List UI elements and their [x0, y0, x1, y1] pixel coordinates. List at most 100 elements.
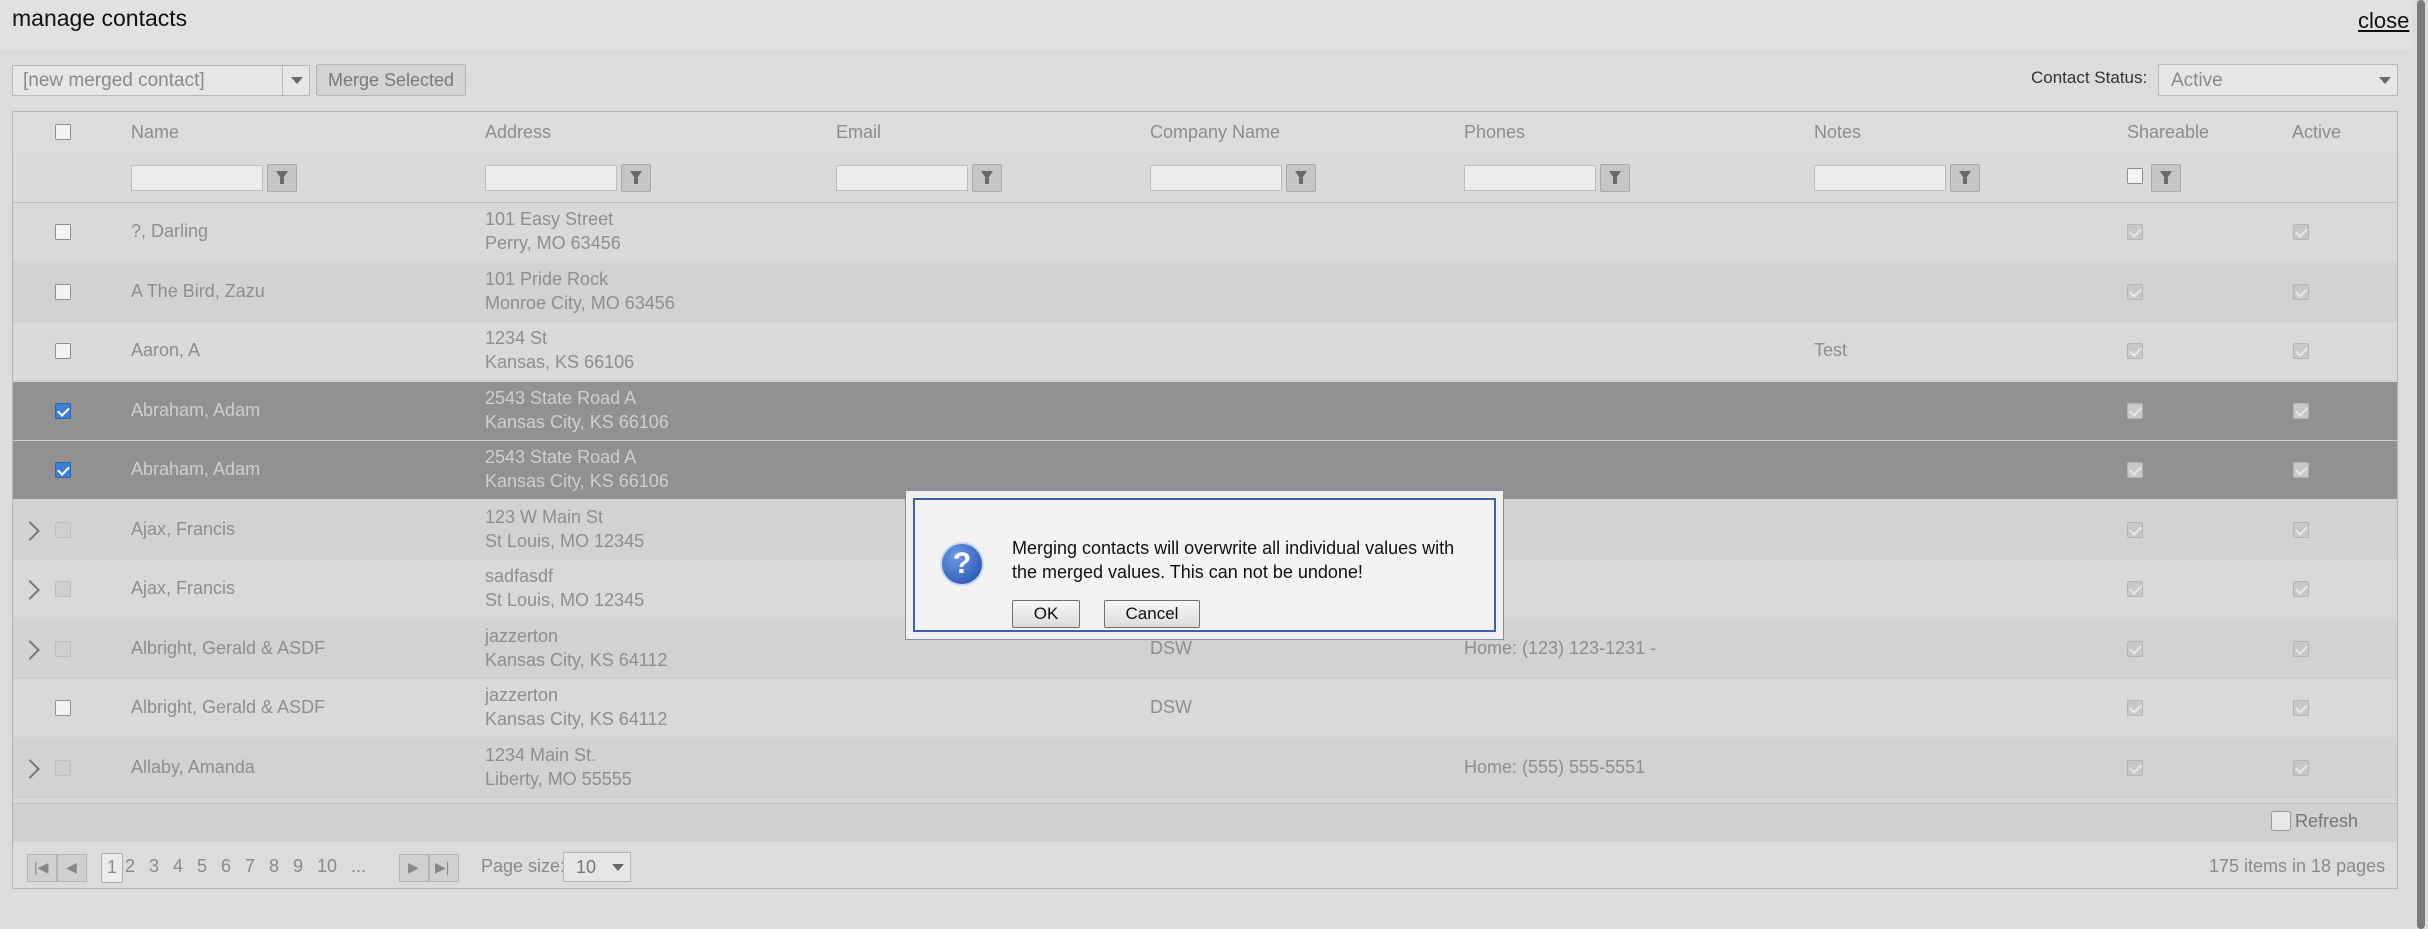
expand-row-icon[interactable]: [20, 758, 40, 779]
address-line2: St Louis, MO 12345: [485, 530, 645, 551]
page-link[interactable]: 2: [125, 856, 135, 877]
column-header-company[interactable]: Company Name: [1150, 122, 1280, 143]
column-header-shareable[interactable]: Shareable: [2127, 122, 2209, 143]
row-select-checkbox[interactable]: [55, 283, 71, 300]
shareable-checkbox: [2127, 700, 2143, 716]
row-select-checkbox[interactable]: [55, 462, 71, 478]
address-line2: Monroe City, MO 63456: [485, 292, 675, 313]
notes-filter-input[interactable]: [1814, 165, 1946, 191]
page-title: manage contacts: [12, 5, 188, 31]
name-filter-button[interactable]: [267, 164, 297, 192]
row-select-checkbox[interactable]: [55, 759, 71, 776]
question-icon: ?: [940, 542, 984, 586]
contact-status-select[interactable]: Active: [2158, 64, 2398, 96]
active-checkbox: [2293, 581, 2309, 597]
phones: Home: (555) 555-5551: [1464, 756, 1646, 777]
company-filter-button[interactable]: [1286, 164, 1316, 192]
table-row[interactable]: Abraham, Adam 2543 State Road A Kansas Cit…: [13, 381, 2397, 441]
contact-name: ?, Darling: [131, 221, 209, 241]
row-select-checkbox[interactable]: [55, 640, 71, 657]
filter-icon-stem: [2164, 178, 2168, 184]
address-line2: St Louis, MO 12345: [485, 590, 645, 610]
combobox-arrow-button[interactable]: [282, 66, 311, 95]
table-row[interactable]: A The Bird, Zazu 101 Pride Rock Monroe Cit…: [13, 262, 2397, 322]
table-row[interactable]: Aaron, A 1234 St Kansas, KS 66106 Test: [13, 322, 2397, 381]
last-page-button[interactable]: ▶|: [429, 854, 459, 882]
page-link[interactable]: 7: [245, 856, 255, 877]
contact-name: Aaron, A: [131, 340, 201, 360]
email-filter-button[interactable]: [972, 164, 1002, 192]
scrollbar-thumb[interactable]: [2417, 0, 2425, 929]
shareable-checkbox: [2127, 283, 2143, 300]
select-all-checkbox[interactable]: [55, 124, 71, 140]
address-filter-input[interactable]: [485, 165, 617, 191]
row-select-checkbox[interactable]: [55, 224, 71, 240]
page-link[interactable]: 4: [173, 856, 183, 877]
column-header-address[interactable]: Address: [485, 122, 551, 143]
phones-filter-button[interactable]: [1600, 164, 1630, 192]
column-header-active[interactable]: Active: [2292, 122, 2341, 143]
merge-selected-button[interactable]: Merge Selected: [316, 64, 466, 96]
row-select-checkbox[interactable]: [55, 521, 71, 538]
page-link[interactable]: ...: [351, 856, 366, 877]
active-checkbox: [2293, 462, 2309, 478]
expand-row-icon[interactable]: [20, 639, 40, 660]
active-checkbox: [2293, 759, 2309, 776]
column-header-phones[interactable]: Phones: [1464, 122, 1525, 143]
ok-button[interactable]: OK: [1012, 600, 1080, 628]
cancel-button[interactable]: Cancel: [1104, 600, 1200, 628]
address-filter-button[interactable]: [621, 164, 651, 192]
table-row[interactable]: Allaby, Amanda 1234 Main St. Liberty, MO 5…: [13, 738, 2397, 798]
page-link[interactable]: 9: [293, 856, 303, 877]
filter-icon-stem: [985, 178, 989, 184]
shareable-filter-checkbox[interactable]: [2127, 168, 2143, 184]
shareable-checkbox: [2127, 640, 2143, 657]
phones-filter-input[interactable]: [1464, 165, 1596, 191]
column-header-notes[interactable]: Notes: [1814, 122, 1861, 143]
notes-filter-button[interactable]: [1950, 164, 1980, 192]
page-link[interactable]: 6: [221, 856, 231, 877]
row-select-checkbox[interactable]: [55, 581, 71, 597]
filter-icon-stem: [1299, 178, 1303, 184]
title-bar: [0, 0, 2412, 50]
prev-page-icon: ◀: [66, 859, 77, 875]
grid-toolbar-bottom: Refresh: [13, 803, 2397, 843]
table-row[interactable]: ?, Darling 101 Easy Street Perry, MO 63456: [13, 203, 2397, 262]
row-select-checkbox[interactable]: [55, 402, 71, 419]
expand-row-icon[interactable]: [20, 520, 40, 541]
column-header-name[interactable]: Name: [131, 122, 179, 143]
company-filter-input[interactable]: [1150, 165, 1282, 191]
notes: Test: [1814, 340, 1848, 360]
row-select-checkbox[interactable]: [55, 343, 71, 359]
page-size-select[interactable]: 10: [563, 852, 631, 882]
column-header-email[interactable]: Email: [836, 122, 881, 143]
filter-row: [13, 152, 2397, 203]
email-filter-input[interactable]: [836, 165, 968, 191]
refresh-button[interactable]: Refresh: [2271, 811, 2358, 832]
last-page-icon: ▶|: [435, 859, 450, 875]
name-filter-input[interactable]: [131, 165, 263, 191]
next-page-button[interactable]: ▶: [399, 854, 429, 882]
filter-icon-stem: [1963, 178, 1967, 184]
table-row[interactable]: Albright, Gerald & ASDF jazzerton Kansas C…: [13, 679, 2397, 738]
close-link[interactable]: close: [2358, 8, 2409, 34]
merge-target-combobox[interactable]: [new merged contact]: [12, 65, 310, 96]
prev-page-button[interactable]: ◀: [57, 854, 87, 882]
page-link[interactable]: 3: [149, 856, 159, 877]
first-page-button[interactable]: |◀: [27, 854, 57, 882]
address-line1: jazzerton: [485, 685, 559, 705]
expand-row-icon[interactable]: [20, 580, 40, 600]
row-select-checkbox[interactable]: [55, 700, 71, 716]
page-link[interactable]: 8: [269, 856, 279, 877]
dialog-message: Merging contacts will overwrite all indi…: [1012, 538, 1455, 582]
filter-icon-stem: [634, 178, 638, 184]
shareable-filter-button[interactable]: [2151, 164, 2181, 192]
page-link[interactable]: 1: [101, 853, 123, 883]
page-link[interactable]: 5: [197, 856, 207, 877]
company-name: DSW: [1150, 637, 1192, 658]
address-line1: 1234 St: [485, 328, 548, 348]
page-link[interactable]: 10: [317, 856, 337, 877]
active-checkbox: [2293, 700, 2309, 716]
chevron-down-icon: [612, 864, 624, 871]
confirm-dialog: ? Merging contacts will overwrite all in…: [905, 490, 1504, 640]
